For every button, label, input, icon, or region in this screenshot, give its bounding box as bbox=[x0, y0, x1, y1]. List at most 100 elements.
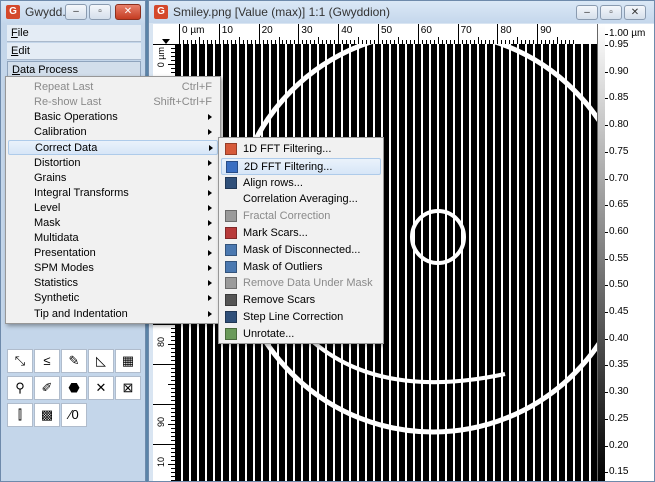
hruler-tick bbox=[378, 24, 379, 44]
color-scale-axis: 1.00 µm 0.95 0.90 0.85 0.80 0.75 0.70 0.65 0.60 0… bbox=[605, 24, 654, 481]
mask-tool-button[interactable]: ▩ bbox=[34, 403, 60, 427]
menu-item-mask-of-outliers[interactable]: Mask of Outliers bbox=[221, 259, 381, 276]
menu-item-repeat-last[interactable]: Repeat Last Ctrl+F bbox=[8, 80, 218, 95]
triangle-tool-button[interactable]: ◺ bbox=[88, 349, 114, 373]
menu-item-align-rows[interactable]: Align rows... bbox=[221, 175, 381, 192]
menu-item-label: Correlation Averaging... bbox=[243, 193, 358, 206]
menu-item-integral-transforms[interactable]: Integral Transforms bbox=[8, 186, 218, 201]
menu-item-1d-fft-filtering[interactable]: 1D FFT Filtering... bbox=[221, 141, 381, 158]
line-tool-button[interactable]: ⚲ bbox=[7, 376, 33, 400]
hruler-tick bbox=[497, 24, 499, 44]
menu-item-spm-modes[interactable]: SPM Modes bbox=[8, 261, 218, 276]
menu-item-level[interactable]: Level bbox=[8, 201, 218, 216]
menu-file[interactable]: File bbox=[7, 25, 141, 42]
line-tool-icon: ⚲ bbox=[15, 380, 25, 395]
colorbar-tick bbox=[605, 258, 608, 260]
stats-tool-icon: ⤡ bbox=[14, 353, 26, 368]
scale-tool-button[interactable]: ⫿ bbox=[7, 403, 33, 427]
menu-item-correlation-averaging[interactable]: Correlation Averaging... bbox=[221, 191, 381, 208]
menu-item-fractal-correction[interactable]: Fractal Correction bbox=[221, 208, 381, 225]
menu-item-basic-operations[interactable]: Basic Operations bbox=[8, 110, 218, 125]
vruler-minor-tick bbox=[168, 384, 175, 385]
menu-item-re-show-last[interactable]: Re-show Last Shift+Ctrl+F bbox=[8, 95, 218, 110]
menu-item-grains[interactable]: Grains bbox=[8, 171, 218, 186]
menu-item-remove-scars[interactable]: Remove Scars bbox=[221, 292, 381, 309]
hruler-tick bbox=[537, 24, 539, 44]
mask-tool-icon: ▩ bbox=[40, 407, 54, 422]
menu-item-label: Calibration bbox=[34, 126, 87, 139]
crop-tool-button[interactable]: ⊠ bbox=[115, 376, 141, 400]
menu-item-label: Mask of Disconnected... bbox=[243, 243, 361, 256]
vruler-minor-tick bbox=[153, 44, 175, 45]
menu-item-statistics[interactable]: Statistics bbox=[8, 276, 218, 291]
menu-item-mark-scars[interactable]: Mark Scars... bbox=[221, 225, 381, 242]
colorbar-tick bbox=[605, 472, 608, 474]
maximize-button[interactable]: ▫ bbox=[89, 4, 111, 20]
menu-item-multidata[interactable]: Multidata bbox=[8, 231, 218, 246]
distance-tool-icon: ⁄0 bbox=[69, 407, 79, 422]
colorbar-tick bbox=[605, 71, 608, 73]
submenu-arrow-icon bbox=[208, 204, 212, 211]
data-window-titlebar[interactable]: G Smiley.png [Value (max)] 1:1 (Gwyddion… bbox=[149, 1, 654, 23]
submenu-arrow-icon bbox=[208, 174, 212, 181]
menu-item-correct-data[interactable]: Correct Data bbox=[8, 140, 218, 156]
hruler-label: 70 bbox=[460, 25, 472, 36]
menu-item-label: Remove Scars bbox=[243, 294, 316, 307]
distance-tool-button[interactable]: ⁄0 bbox=[61, 403, 87, 427]
menu-item-label: Basic Operations bbox=[34, 111, 118, 124]
colorbar-tick bbox=[605, 365, 608, 367]
menu-item-label: Mark Scars... bbox=[243, 227, 308, 239]
maximize-button[interactable]: ▫ bbox=[600, 5, 622, 20]
minimize-button[interactable]: – bbox=[65, 4, 87, 20]
menu-item-mask-of-disconnected[interactable]: Mask of Disconnected... bbox=[221, 242, 381, 259]
mark-tool-button[interactable]: ✐ bbox=[34, 376, 60, 400]
vruler-label: 90 bbox=[156, 417, 166, 428]
colorbar-tick bbox=[605, 392, 608, 394]
spot-tool-button[interactable]: ⬣ bbox=[61, 376, 87, 400]
colorbar-label: 0.35 bbox=[609, 359, 629, 371]
minimize-button[interactable]: – bbox=[576, 5, 598, 20]
menu-edit[interactable]: Edit bbox=[7, 43, 141, 60]
menu-item-mask[interactable]: Mask bbox=[8, 216, 218, 231]
vruler-label: 0 µm bbox=[156, 47, 166, 68]
spot-tool-icon: ⬣ bbox=[68, 380, 80, 395]
vruler-minor-tick bbox=[168, 64, 175, 65]
hruler-minor-tick bbox=[517, 37, 519, 44]
menu-item-unrotate[interactable]: Unrotate... bbox=[221, 326, 381, 343]
menu-item-calibration[interactable]: Calibration bbox=[8, 125, 218, 140]
menu-item-remove-data-under-mask[interactable]: Remove Data Under Mask bbox=[221, 275, 381, 292]
menu-item-tip-and-indentation[interactable]: Tip and Indentation bbox=[8, 307, 218, 322]
unrotate-icon bbox=[225, 327, 237, 340]
remove-spot-tool-button[interactable]: ✕ bbox=[88, 376, 114, 400]
toolbox-titlebar[interactable]: G Gwydd... – ▫ ✕ bbox=[1, 1, 145, 23]
close-button[interactable]: ✕ bbox=[624, 5, 646, 20]
menu-item-step-line-correction[interactable]: Step Line Correction bbox=[221, 309, 381, 326]
submenu-arrow-icon bbox=[208, 235, 212, 241]
profile-tool-icon: ≤ bbox=[43, 353, 51, 368]
grain-tool-button[interactable]: ▦ bbox=[115, 349, 141, 373]
vruler-minor-tick bbox=[153, 404, 175, 405]
stats-tool-button[interactable]: ⤡ bbox=[7, 349, 33, 373]
hruler-minor-tick bbox=[557, 37, 559, 44]
colorbar-label: 0.85 bbox=[609, 92, 629, 104]
menu-item-synthetic[interactable]: Synthetic bbox=[8, 291, 218, 306]
colorbar-tick bbox=[605, 338, 608, 340]
close-button[interactable]: ✕ bbox=[115, 4, 141, 20]
menu-item-distortion[interactable]: Distortion bbox=[8, 156, 218, 171]
colorbar-label: 0.75 bbox=[609, 145, 629, 157]
triangle-tool-icon: ◺ bbox=[96, 353, 106, 368]
colorbar-label: 0.95 bbox=[609, 39, 629, 50]
colorbar-label: 0.50 bbox=[609, 279, 629, 291]
hruler-minor-tick bbox=[437, 37, 439, 44]
menu-item-2d-fft-filtering[interactable]: 2D FFT Filtering... bbox=[221, 157, 381, 175]
submenu-arrow-icon bbox=[208, 219, 212, 226]
hruler-tick bbox=[417, 24, 419, 44]
colorbar-label: 0.45 bbox=[609, 306, 629, 317]
colorbar-tick bbox=[605, 285, 608, 287]
submenu-arrow-icon bbox=[208, 280, 212, 287]
vruler-minor-tick bbox=[153, 324, 175, 325]
submenu-arrow-icon bbox=[208, 189, 212, 196]
path-level-tool-button[interactable]: ✎ bbox=[61, 349, 87, 373]
menu-item-presentation[interactable]: Presentation bbox=[8, 246, 218, 261]
profile-tool-button[interactable]: ≤ bbox=[34, 349, 60, 373]
